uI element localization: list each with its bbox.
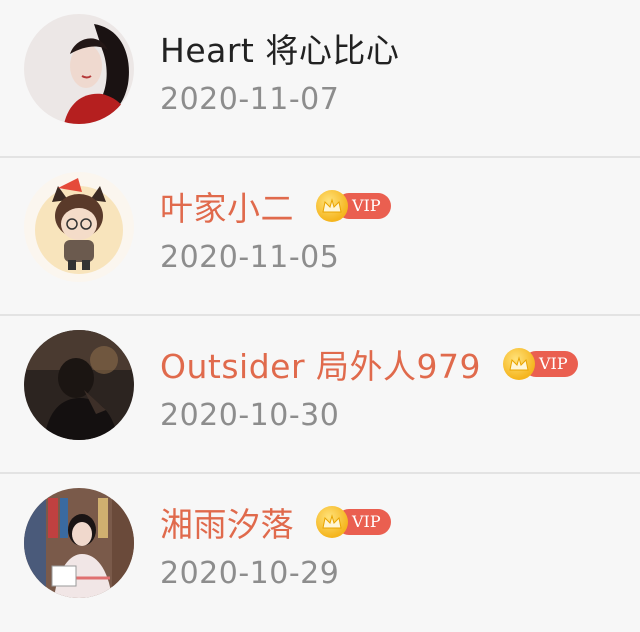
user-list: Heart 将心比心 2020-11-07 叶家小二 VIP 2020-11-0… xyxy=(0,0,640,615)
crown-icon xyxy=(316,506,348,538)
avatar[interactable] xyxy=(24,14,134,124)
vip-badge: VIP xyxy=(316,506,391,538)
date: 2020-11-05 xyxy=(160,240,340,275)
vip-badge: VIP xyxy=(502,348,578,380)
user-name[interactable]: Outsider 局外人979 xyxy=(160,340,481,388)
avatar-image xyxy=(24,488,134,598)
avatar-image xyxy=(24,14,134,124)
date: 2020-11-07 xyxy=(160,82,340,117)
user-name[interactable]: 叶家小二 xyxy=(160,182,294,230)
vip-badge: VIP xyxy=(316,190,391,222)
name-line: Outsider 局外人979 VIP xyxy=(160,340,578,388)
crown-icon xyxy=(502,348,535,380)
user-name[interactable]: 湘雨汐落 xyxy=(160,498,294,546)
date: 2020-10-29 xyxy=(160,556,340,591)
crown-icon xyxy=(316,190,348,222)
avatar-image xyxy=(24,330,134,440)
date: 2020-10-30 xyxy=(160,398,340,433)
user-name[interactable]: Heart 将心比心 xyxy=(160,24,399,72)
name-line: 湘雨汐落 VIP xyxy=(160,498,391,546)
list-item[interactable]: Outsider 局外人979 VIP 2020-10-30 xyxy=(0,316,640,474)
name-line: 叶家小二 VIP xyxy=(160,182,391,230)
avatar-image xyxy=(24,172,134,282)
list-item[interactable]: Heart 将心比心 2020-11-07 xyxy=(0,0,640,158)
list-item[interactable]: 叶家小二 VIP 2020-11-05 xyxy=(0,158,640,316)
list-item[interactable]: 湘雨汐落 VIP 2020-10-29 xyxy=(0,474,640,632)
avatar[interactable] xyxy=(24,172,134,282)
avatar[interactable] xyxy=(24,330,134,440)
avatar[interactable] xyxy=(24,488,134,598)
name-line: Heart 将心比心 xyxy=(160,24,399,72)
